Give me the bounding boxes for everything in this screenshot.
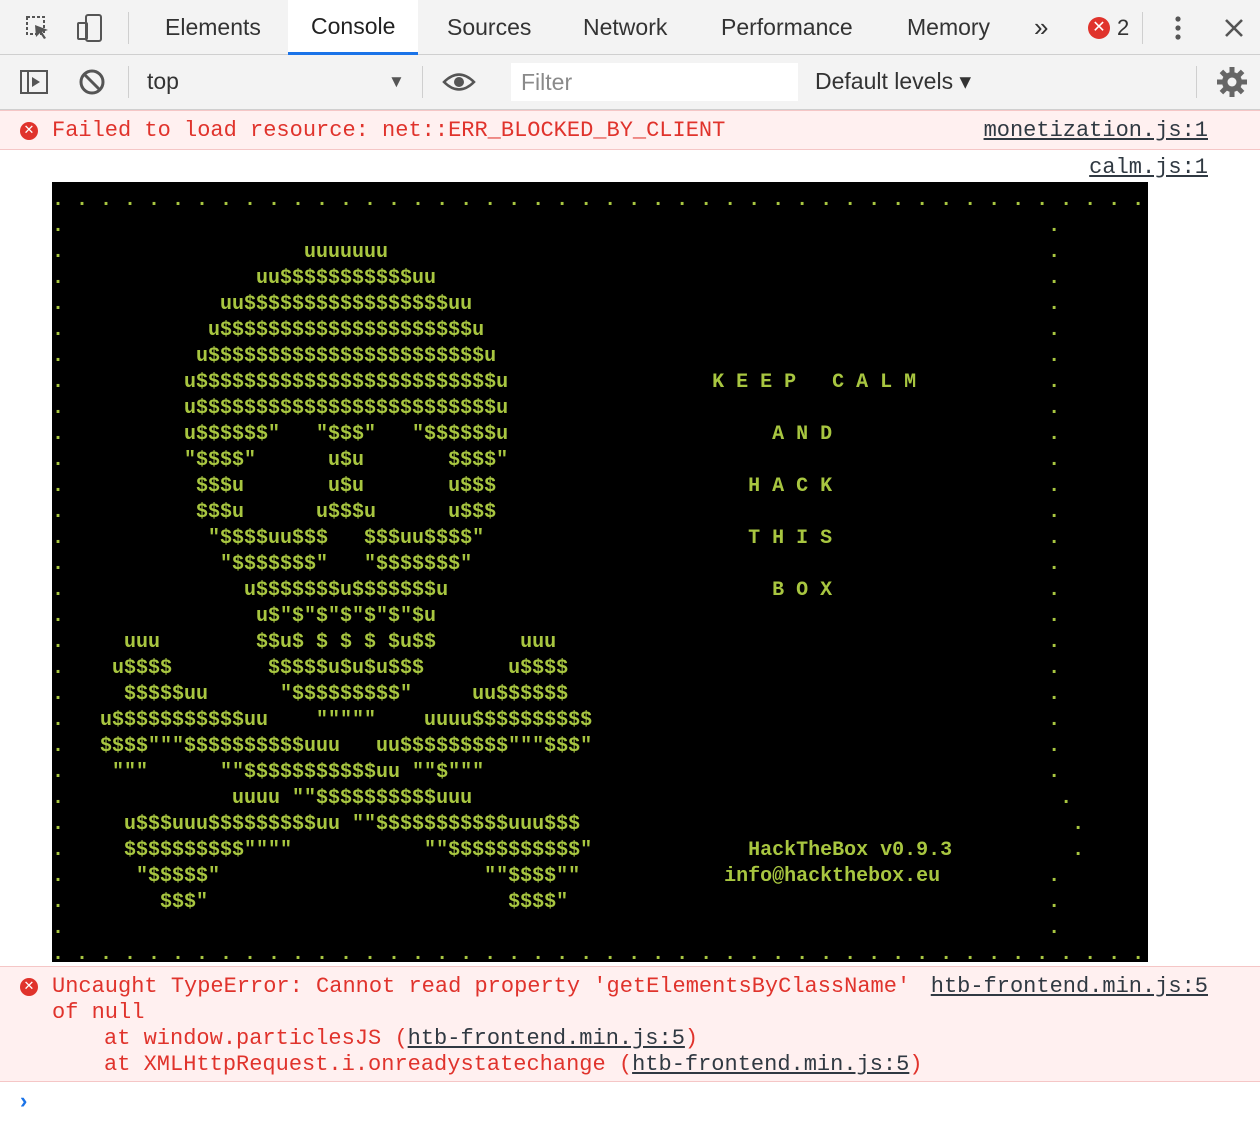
error-icon: ✕ (20, 122, 38, 140)
stack-frame-link[interactable]: htb-frontend.min.js:5 (632, 1052, 909, 1077)
divider (128, 66, 129, 98)
divider (422, 66, 423, 98)
console-prompt[interactable]: › (20, 1088, 27, 1114)
divider (128, 12, 129, 44)
stack-frame-text: at XMLHttpRequest.i.onreadystatechange ( (104, 1052, 633, 1077)
error-message-cont: of null (52, 1000, 145, 1025)
stack-frame: at window.particlesJS (htb-frontend.min.… (104, 1026, 698, 1051)
tab-sources[interactable]: Sources (424, 0, 554, 55)
eye-icon[interactable] (441, 64, 477, 100)
divider (1196, 66, 1197, 98)
context-dropdown-icon[interactable]: ▼ (388, 72, 405, 92)
context-selector[interactable]: top (147, 68, 179, 95)
clear-console-icon[interactable] (74, 64, 110, 100)
stack-frame-link[interactable]: htb-frontend.min.js:5 (408, 1026, 685, 1051)
source-link[interactable]: htb-frontend.min.js:5 (931, 974, 1208, 999)
stack-frame-text: ) (909, 1052, 923, 1077)
settings-gear-icon[interactable] (1214, 64, 1250, 100)
log-levels-dropdown[interactable]: Default levels ▾ (815, 68, 971, 95)
ascii-art-block: . . . . . . . . . . . . . . . . . . . . … (52, 182, 1148, 962)
tab-performance[interactable]: Performance (698, 0, 876, 55)
error-icon: ✕ (20, 978, 38, 996)
stack-frame-text: ) (684, 1026, 699, 1051)
stack-frame: at XMLHttpRequest.i.onreadystatechange (… (104, 1052, 923, 1077)
tab-elements[interactable]: Elements (142, 0, 284, 55)
sidebar-toggle-icon[interactable] (16, 64, 52, 100)
console-toolbar: top ▼ Default levels ▾ (0, 55, 1260, 110)
stack-frame-text: at window.particlesJS ( (104, 1026, 408, 1051)
source-link[interactable]: monetization.js:1 (984, 118, 1208, 143)
error-message: Failed to load resource: net::ERR_BLOCKE… (52, 118, 726, 143)
filter-input[interactable] (511, 63, 798, 101)
error-count-badge[interactable]: ✕ 2 (1088, 15, 1129, 41)
inspect-icon[interactable] (20, 10, 56, 46)
device-toggle-icon[interactable] (72, 10, 108, 46)
console-error-row: ✕ Failed to load resource: net::ERR_BLOC… (0, 110, 1260, 150)
more-vert-icon[interactable] (1160, 10, 1196, 46)
ascii-art: . . . . . . . . . . . . . . . . . . . . … (52, 189, 1145, 962)
error-message: Uncaught TypeError: Cannot read property… (52, 974, 911, 999)
more-tabs-button[interactable]: » (1022, 0, 1060, 55)
divider (1142, 12, 1143, 44)
error-count: 2 (1117, 15, 1130, 40)
close-icon[interactable] (1216, 10, 1252, 46)
tab-console[interactable]: Console (288, 0, 419, 55)
tab-network[interactable]: Network (560, 0, 690, 55)
console-error-row: ✕ Uncaught TypeError: Cannot read proper… (0, 966, 1260, 1082)
source-link[interactable]: calm.js:1 (1089, 155, 1208, 180)
devtools-tabbar: Elements Console Sources Network Perform… (0, 0, 1260, 55)
tab-memory[interactable]: Memory (884, 0, 1013, 55)
error-icon: ✕ (1088, 17, 1110, 39)
